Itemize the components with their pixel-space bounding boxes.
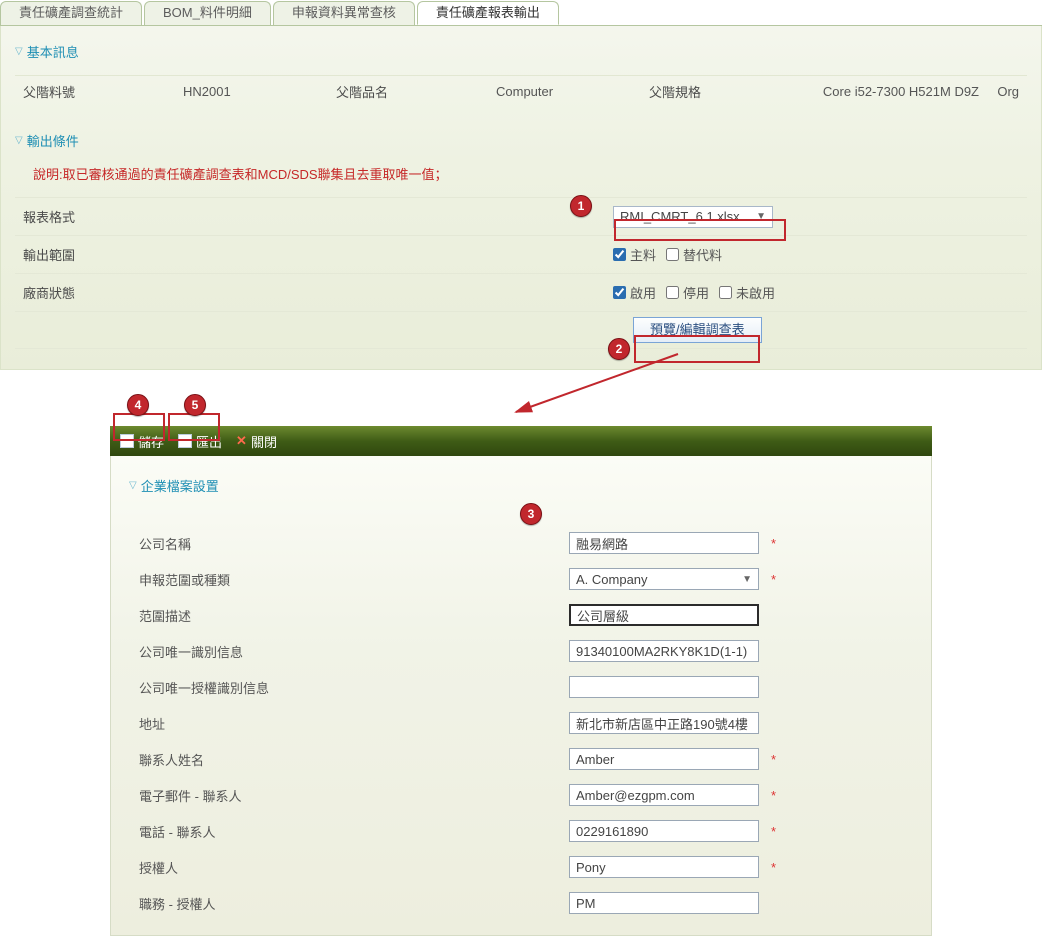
authorizer-title-label: 職務 - 授權人 <box>129 894 569 913</box>
row-preview: 預覽/編輯調查表 <box>15 311 1027 349</box>
required-mark: * <box>771 824 781 839</box>
tab-report-export[interactable]: 責任礦產報表輸出 <box>417 1 559 25</box>
field-contact-name: 聯系人姓名 * <box>129 741 913 777</box>
required-mark: * <box>771 572 781 587</box>
company-name-input[interactable] <box>569 532 759 554</box>
parent-partno-label: 父階料號 <box>23 82 183 101</box>
report-format-value: RMI_CMRT_6.1.xlsx <box>620 209 740 224</box>
section-output-label: 輸出條件 <box>27 131 79 150</box>
save-icon <box>120 434 134 448</box>
contact-name-input[interactable] <box>569 748 759 770</box>
section-basic-label: 基本訊息 <box>27 42 79 61</box>
collapse-icon[interactable]: ▽ <box>15 135 23 146</box>
declaration-scope-select[interactable]: A. Company ▼ <box>569 568 759 590</box>
row-output-scope: 輸出範圍 主料 替代料 <box>15 235 1027 273</box>
field-company-name: 公司名稱 * <box>129 525 913 561</box>
export-button[interactable]: 匯出 <box>178 432 222 451</box>
parent-name-value: Computer <box>496 84 649 99</box>
company-authid-label: 公司唯一授權識別信息 <box>129 678 569 697</box>
required-mark: * <box>771 536 781 551</box>
chk-enabled[interactable]: 啟用 <box>613 283 656 302</box>
preview-edit-button[interactable]: 預覽/編輯調查表 <box>633 317 762 343</box>
chk-main-material[interactable]: 主料 <box>613 245 656 264</box>
chk-alt-material[interactable]: 替代料 <box>666 245 722 264</box>
address-label: 地址 <box>129 714 569 733</box>
tab-anomaly-check[interactable]: 申報資料異常查核 <box>273 1 415 25</box>
contact-email-label: 電子郵件 - 聯系人 <box>129 786 569 805</box>
parent-spec-label: 父階規格 <box>649 82 809 101</box>
field-authorizer: 授權人 * <box>129 849 913 885</box>
chevron-down-icon: ▼ <box>742 574 752 585</box>
parent-partno-value: HN2001 <box>183 84 336 99</box>
section-enterprise-label: 企業檔案設置 <box>141 476 219 495</box>
sub-toolbar: 儲存 匯出 ✕ 關閉 <box>110 426 932 456</box>
chk-not-enabled-input[interactable] <box>719 286 732 299</box>
required-mark: * <box>771 752 781 767</box>
field-scope-description: 范圍描述 <box>129 597 913 633</box>
save-button[interactable]: 儲存 <box>120 432 164 451</box>
field-declaration-scope: 申報范圍或種類 A. Company ▼ * <box>129 561 913 597</box>
declaration-scope-value: A. Company <box>576 572 648 587</box>
required-mark: * <box>771 788 781 803</box>
tab-statistics[interactable]: 責任礦產調查統計 <box>0 1 142 25</box>
tab-bar: 責任礦產調查統計 BOM_料件明細 申報資料異常查核 責任礦產報表輸出 <box>0 0 1042 26</box>
main-panel: ▽ 基本訊息 父階料號 HN2001 父階品名 Computer 父階規格 Co… <box>0 26 1042 370</box>
field-authorizer-title: 職務 - 授權人 <box>129 885 913 921</box>
chk-enabled-input[interactable] <box>613 286 626 299</box>
company-uid-label: 公司唯一識別信息 <box>129 642 569 661</box>
company-authid-input[interactable] <box>569 676 759 698</box>
enterprise-panel: ▽ 企業檔案設置 公司名稱 * 申報范圍或種類 A. Company ▼ * 范… <box>110 456 932 936</box>
address-input[interactable] <box>569 712 759 734</box>
save-button-label: 儲存 <box>138 432 164 451</box>
authorizer-label: 授權人 <box>129 858 569 877</box>
chk-alt-material-input[interactable] <box>666 248 679 261</box>
declaration-scope-label: 申報范圍或種類 <box>129 570 569 589</box>
company-name-label: 公司名稱 <box>129 534 569 553</box>
row-report-format: 報表格式 RMI_CMRT_6.1.xlsx ▼ <box>15 197 1027 235</box>
field-address: 地址 <box>129 705 913 741</box>
authorizer-input[interactable] <box>569 856 759 878</box>
report-format-label: 報表格式 <box>23 207 613 226</box>
basic-info-row: 父階料號 HN2001 父階品名 Computer 父階規格 Core i52-… <box>15 75 1027 107</box>
output-note: 說明:取已審核通過的責任礦產調查表和MCD/SDS聯集且去重取唯一值； <box>33 164 1027 183</box>
close-button[interactable]: ✕ 關閉 <box>236 432 277 451</box>
collapse-icon[interactable]: ▽ <box>129 480 137 491</box>
org-label: Org <box>979 84 1019 99</box>
row-vendor-status: 廠商狀態 啟用 停用 未啟用 <box>15 273 1027 311</box>
chk-disabled-input[interactable] <box>666 286 679 299</box>
contact-phone-label: 電話 - 聯系人 <box>129 822 569 841</box>
required-mark: * <box>771 860 781 875</box>
company-uid-input[interactable] <box>569 640 759 662</box>
contact-phone-input[interactable] <box>569 820 759 842</box>
close-button-label: 關閉 <box>251 432 277 451</box>
tab-bom-parts[interactable]: BOM_料件明細 <box>144 1 271 25</box>
contact-name-label: 聯系人姓名 <box>129 750 569 769</box>
scope-description-label: 范圍描述 <box>129 606 569 625</box>
section-basic-title: ▽ 基本訊息 <box>15 42 1027 61</box>
chk-disabled[interactable]: 停用 <box>666 283 709 302</box>
parent-name-label: 父階品名 <box>336 82 496 101</box>
export-icon <box>178 434 192 448</box>
contact-email-input[interactable] <box>569 784 759 806</box>
section-output-title: ▽ 輸出條件 <box>15 131 1027 150</box>
field-contact-email: 電子郵件 - 聯系人 * <box>129 777 913 813</box>
chk-not-enabled[interactable]: 未啟用 <box>719 283 775 302</box>
field-company-uid: 公司唯一識別信息 <box>129 633 913 669</box>
field-company-authid: 公司唯一授權識別信息 <box>129 669 913 705</box>
output-scope-label: 輸出範圍 <box>23 245 613 264</box>
report-format-select[interactable]: RMI_CMRT_6.1.xlsx ▼ <box>613 206 773 228</box>
scope-description-input[interactable] <box>569 604 759 626</box>
close-icon: ✕ <box>236 433 247 449</box>
collapse-icon[interactable]: ▽ <box>15 46 23 57</box>
field-contact-phone: 電話 - 聯系人 * <box>129 813 913 849</box>
chk-main-material-input[interactable] <box>613 248 626 261</box>
chevron-down-icon: ▼ <box>756 211 766 222</box>
vendor-status-label: 廠商狀態 <box>23 283 613 302</box>
parent-spec-value: Core i52-7300 H521M D9Z <box>809 84 979 99</box>
section-enterprise-title: ▽ 企業檔案設置 <box>129 476 913 495</box>
export-button-label: 匯出 <box>196 432 222 451</box>
